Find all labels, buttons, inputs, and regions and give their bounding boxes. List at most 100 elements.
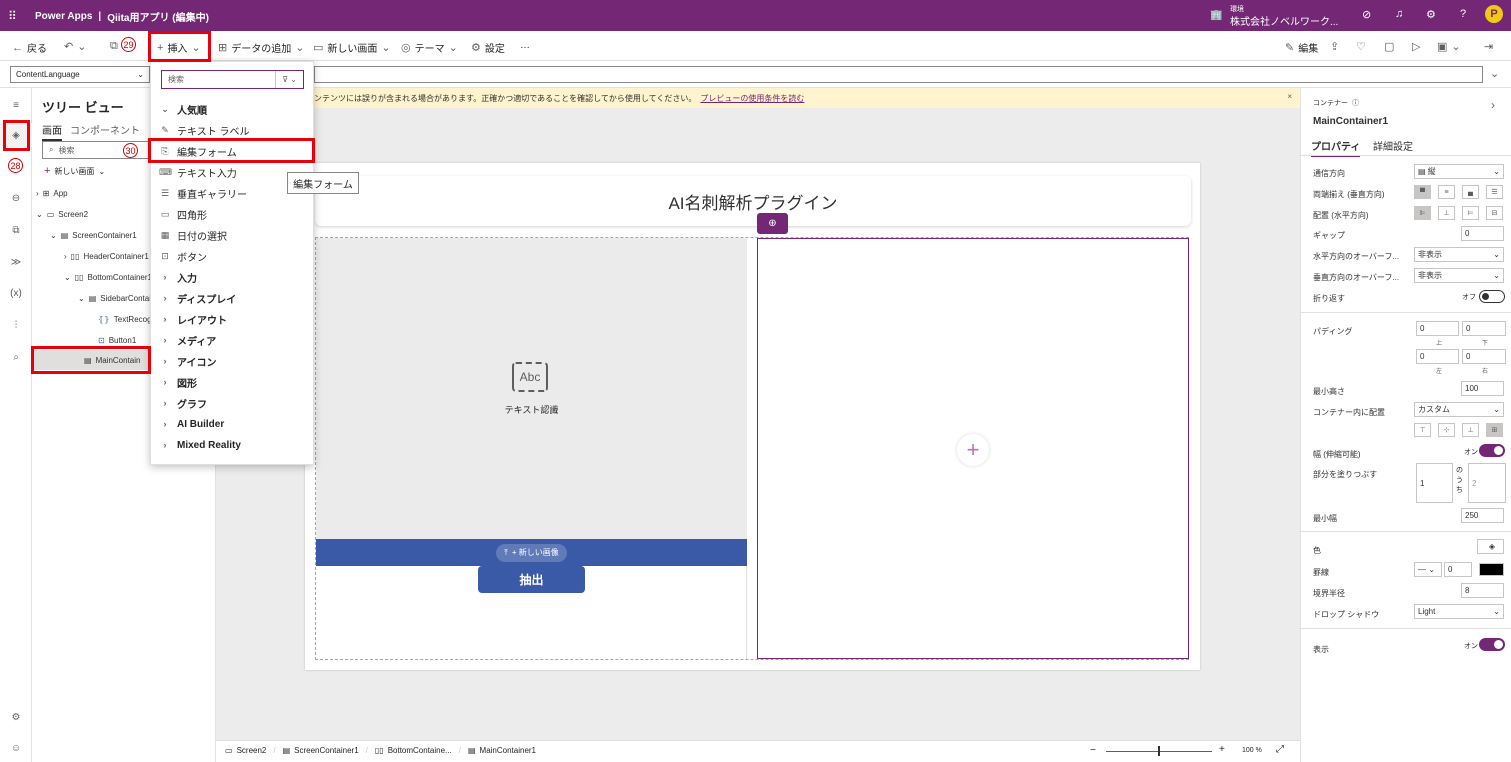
publish-icon[interactable]: ⇥: [1484, 40, 1493, 53]
back-button[interactable]: ← 戻る: [12, 40, 47, 56]
comment-add-icon[interactable]: ⊕: [757, 213, 788, 234]
play-icon[interactable]: ▷: [1412, 40, 1420, 53]
menu-item-rectangle[interactable]: ▭ 四角形: [159, 204, 207, 224]
overflow-h-dropdown[interactable]: 非表示 ⌄: [1414, 247, 1504, 262]
padding-bottom-input[interactable]: 0: [1462, 321, 1506, 336]
new-screen-link[interactable]: + 新しい画面 ⌄: [44, 165, 105, 177]
settings-icon[interactable]: ⚙: [0, 705, 32, 729]
formula-input[interactable]: [314, 66, 1483, 83]
gear-icon[interactable]: ⚙: [1426, 8, 1436, 21]
tab-screens[interactable]: 画面: [42, 122, 62, 141]
menu-item-text-label[interactable]: ✎ テキスト ラベル: [159, 120, 249, 140]
justify-bottom-icon[interactable]: ▄: [1462, 185, 1479, 199]
visible-toggle[interactable]: [1479, 638, 1505, 651]
theme-button[interactable]: ◎ テーマ ⌄: [401, 40, 458, 55]
text-recognizer[interactable]: Abc テキスト認識: [316, 238, 747, 539]
min-height-input[interactable]: 100: [1461, 381, 1504, 396]
align-in-dropdown[interactable]: カスタム ⌄: [1414, 402, 1504, 417]
new-screen-button[interactable]: ▭ 新しい画面 ⌄: [313, 40, 391, 55]
property-dropdown[interactable]: ContentLanguage ⌄: [10, 66, 150, 83]
align-right-icon[interactable]: ⊨: [1462, 206, 1479, 220]
tree-node-headercontainer[interactable]: › ▯▯ HeaderContainer1: [64, 246, 149, 266]
menu-group-media[interactable]: › メディア: [159, 330, 217, 350]
bell-icon[interactable]: ♫: [1395, 8, 1403, 20]
search-icon[interactable]: ⌕: [0, 345, 32, 369]
menu-group-layout[interactable]: › レイアウト: [159, 309, 228, 329]
tree-node-screencontainer[interactable]: ⌄ ▤ ScreenContainer1: [50, 225, 137, 245]
tree-node-bottomcontainer[interactable]: ⌄ ▯▯ BottomContainer1: [64, 267, 152, 287]
crumb-bottomcontainer[interactable]: BottomContaine...: [388, 746, 452, 755]
save-icon[interactable]: ▣ ⌄: [1437, 40, 1461, 53]
filter-icon[interactable]: ⊽ ⌄: [275, 71, 303, 88]
tools-icon[interactable]: ⫶: [0, 313, 32, 337]
media-icon[interactable]: ⧉: [0, 218, 32, 242]
avatar[interactable]: P: [1485, 5, 1503, 23]
undo-button[interactable]: ↶ ⌄: [64, 40, 86, 53]
tree-node-screen2[interactable]: ⌄ ▭ Screen2: [36, 204, 88, 224]
menu-group-popular[interactable]: ⌄ 人気順: [159, 99, 207, 119]
direction-dropdown[interactable]: ▤ 縦 ⌄: [1414, 164, 1504, 179]
menu-group-input[interactable]: › 入力: [159, 267, 198, 287]
self-center-icon[interactable]: ⊹: [1438, 423, 1455, 437]
more-button[interactable]: …: [520, 40, 530, 51]
zoom-slider-thumb[interactable]: [1158, 746, 1160, 756]
env-name[interactable]: 株式会社ノベルワーク...: [1230, 13, 1338, 28]
settings-button[interactable]: ⚙ 設定: [471, 40, 505, 55]
fill-input[interactable]: 1: [1416, 463, 1453, 503]
close-icon[interactable]: ×: [1287, 92, 1292, 101]
padding-top-input[interactable]: 0: [1416, 321, 1459, 336]
padding-left-input[interactable]: 0: [1416, 349, 1459, 364]
main-container[interactable]: +: [757, 238, 1189, 659]
min-width-input[interactable]: 250: [1461, 508, 1504, 523]
variables-icon[interactable]: (x): [0, 281, 32, 305]
tab-components[interactable]: コンポーネント: [70, 122, 140, 137]
crumb-screen2[interactable]: Screen2: [237, 746, 267, 755]
menu-item-vertical-gallery[interactable]: ☰ 垂直ギャラリー: [159, 183, 247, 203]
padding-right-input[interactable]: 0: [1462, 349, 1506, 364]
chevron-right-icon[interactable]: ›: [1491, 98, 1495, 112]
self-bottom-icon[interactable]: ⊥: [1462, 423, 1479, 437]
fill-color-icon[interactable]: ◈: [1477, 539, 1504, 554]
zoom-in-button[interactable]: +: [1219, 744, 1225, 755]
fit-screen-icon[interactable]: ⤢: [1276, 744, 1284, 755]
menu-group-mixed-reality[interactable]: › Mixed Reality: [159, 435, 241, 455]
overflow-v-dropdown[interactable]: 非表示 ⌄: [1414, 268, 1504, 283]
self-top-icon[interactable]: ⊤: [1414, 423, 1431, 437]
crumb-maincontainer[interactable]: MainContainer1: [480, 746, 536, 755]
share-icon[interactable]: ⇪: [1330, 40, 1339, 53]
justify-space-icon[interactable]: ☰: [1486, 185, 1503, 199]
crumb-screencontainer[interactable]: ScreenContainer1: [294, 746, 358, 755]
sidebar-container[interactable]: Abc テキスト認識 ⤒ + 新しい画像 抽出: [316, 238, 747, 659]
copy-button[interactable]: ⧉: [110, 40, 118, 53]
align-left-icon[interactable]: ⊫: [1414, 206, 1431, 220]
wrap-toggle[interactable]: [1479, 290, 1505, 303]
justify-center-icon[interactable]: ≡: [1438, 185, 1455, 199]
add-data-button[interactable]: ⊞ データの追加 ⌄: [218, 40, 304, 55]
hamburger-icon[interactable]: ≡: [0, 93, 32, 117]
menu-item-text-input[interactable]: ⌨ テキスト入力: [159, 162, 237, 182]
tree-node-textrecog[interactable]: ⦃⦄ TextRecog: [98, 309, 152, 329]
tree-search-input[interactable]: ⌕ 検索: [42, 141, 160, 159]
menu-group-ai-builder[interactable]: › AI Builder: [159, 414, 225, 434]
extract-button[interactable]: 抽出: [478, 566, 585, 593]
menu-group-icons[interactable]: › アイコン: [159, 351, 217, 371]
new-image-button[interactable]: ⤒ + 新しい画像: [496, 543, 567, 562]
menu-group-display[interactable]: › ディスプレイ: [159, 288, 237, 308]
health-icon[interactable]: ♡: [1356, 40, 1366, 53]
menu-item-button[interactable]: ⊡ ボタン: [159, 246, 207, 266]
tree-node-app[interactable]: › ⊞ App: [36, 183, 68, 203]
align-stretch-icon[interactable]: ⊟: [1486, 206, 1503, 220]
border-style-dropdown[interactable]: — ⌄: [1414, 562, 1442, 577]
power-automate-icon[interactable]: ≫: [0, 250, 32, 274]
gap-input[interactable]: 0: [1461, 226, 1504, 241]
banner-link[interactable]: プレビューの使用条件を読む: [700, 93, 804, 104]
add-control-icon[interactable]: +: [957, 434, 989, 466]
menu-item-date-picker[interactable]: ▦ 日付の選択: [159, 225, 227, 245]
menu-group-charts[interactable]: › グラフ: [159, 393, 208, 413]
header-container[interactable]: AI名刺解析プラグイン: [315, 176, 1191, 226]
edit-button[interactable]: ✎ 編集: [1285, 40, 1318, 55]
new-image-bar[interactable]: ⤒ + 新しい画像: [316, 539, 747, 566]
copilot-icon[interactable]: ⊘: [1362, 8, 1371, 21]
tab-advanced[interactable]: 詳細設定: [1373, 138, 1413, 153]
justify-top-icon[interactable]: ▀: [1414, 185, 1431, 199]
